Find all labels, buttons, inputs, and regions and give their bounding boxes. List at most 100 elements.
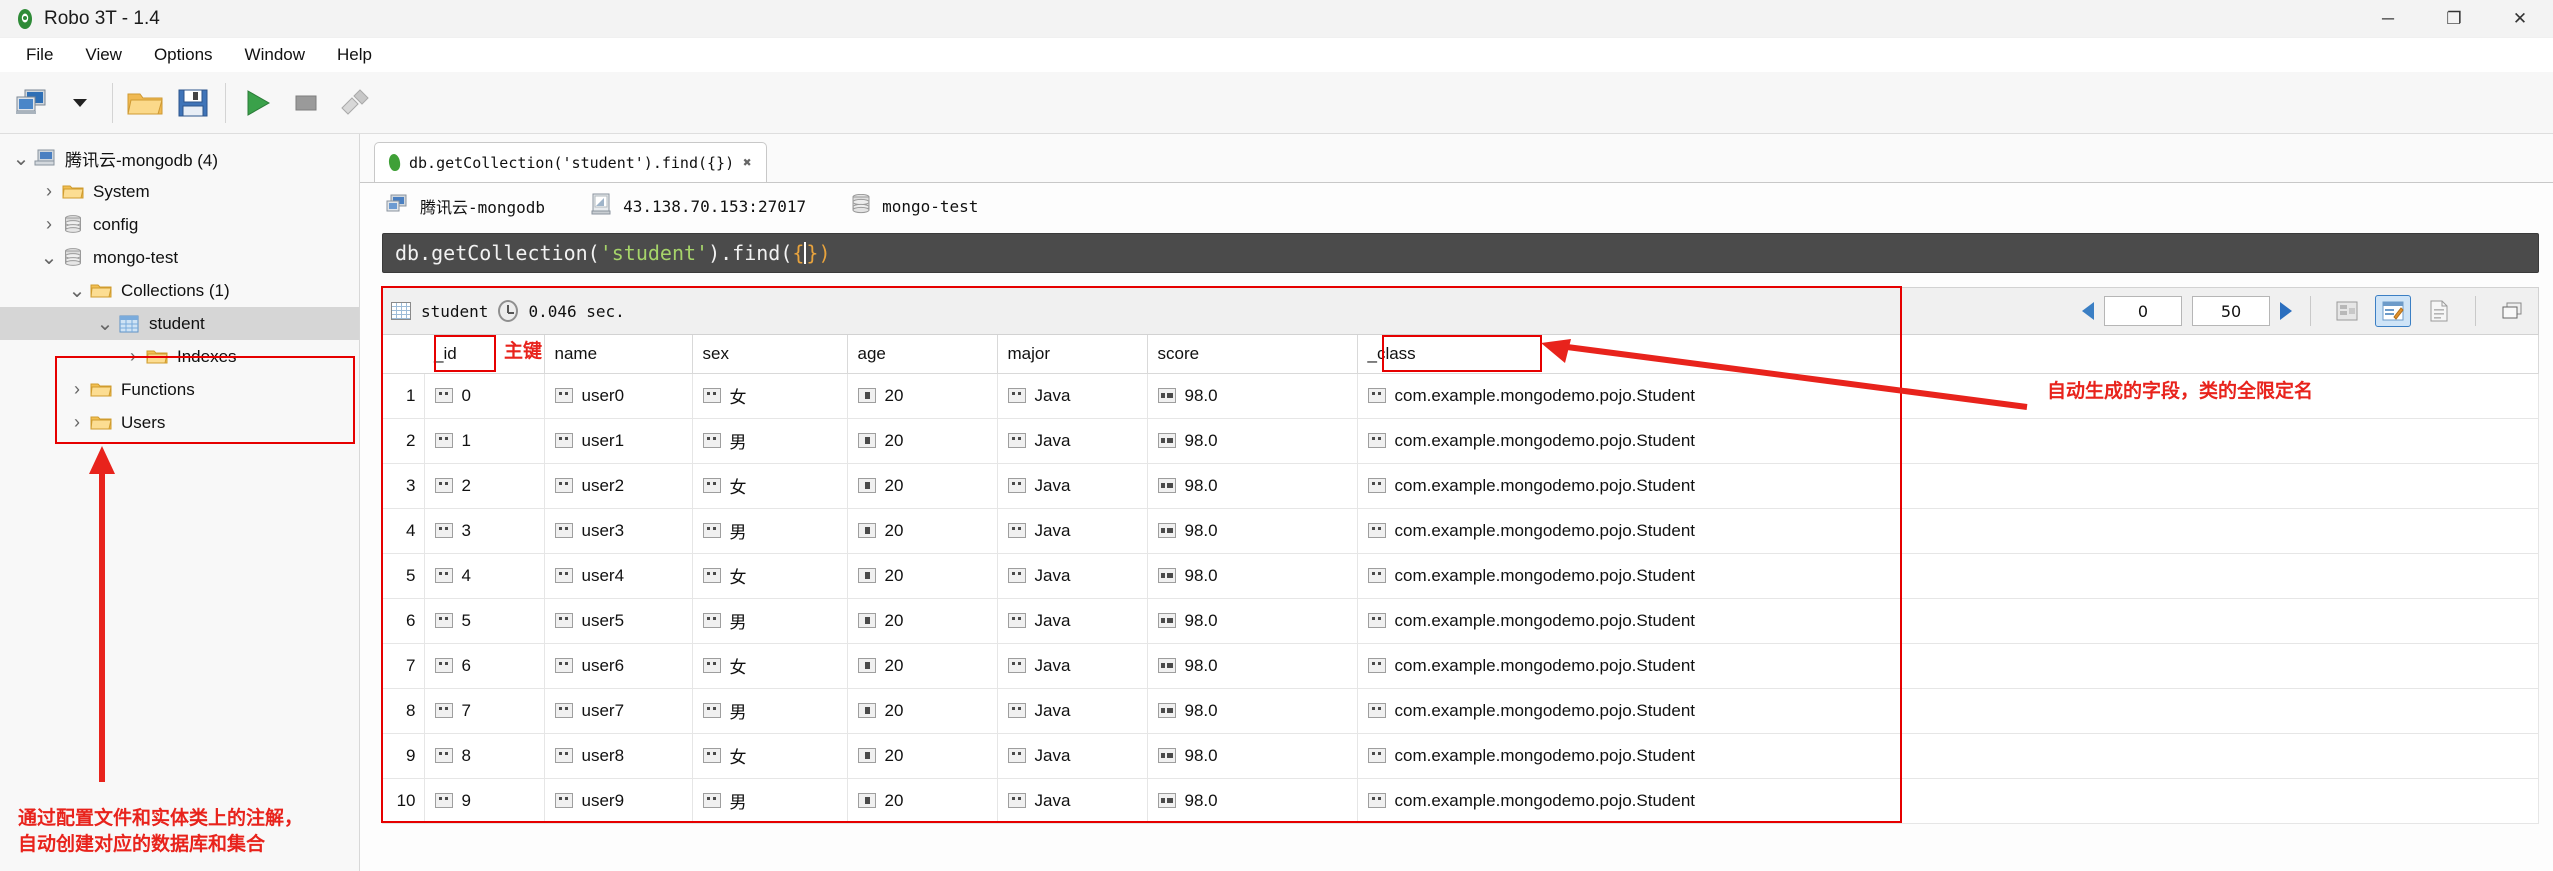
cell-id[interactable]: 5 <box>424 598 545 644</box>
cell-id[interactable]: 4 <box>424 553 545 599</box>
limit-input[interactable]: 50 <box>2192 296 2270 326</box>
save-script-button[interactable] <box>169 79 217 127</box>
tree-item-config[interactable]: › config <box>0 208 359 241</box>
cell-sex[interactable]: 女 <box>692 373 848 419</box>
tree-item-collections-1[interactable]: ⌄ Collections (1) <box>0 274 359 307</box>
query-editor[interactable]: db.getCollection( 'student' ).find( { } … <box>382 233 2539 273</box>
column-header-class[interactable]: _class <box>1357 335 2539 374</box>
execute-button[interactable] <box>234 79 282 127</box>
cell-id[interactable]: 8 <box>424 733 545 779</box>
maximize-button[interactable]: ❐ <box>2421 0 2487 38</box>
table-row[interactable]: 10 9 user9 男 20 Java 98.0 com.example.mongodemo… <box>382 778 2539 824</box>
skip-input[interactable]: 0 <box>2104 296 2182 326</box>
chevron-down-icon[interactable]: ⌄ <box>10 149 32 169</box>
cell-id[interactable]: 2 <box>424 463 545 509</box>
query-tab[interactable]: db.getCollection('student').find({}) ✖ <box>374 142 767 182</box>
cell-score[interactable]: 98.0 <box>1147 553 1358 599</box>
cell-id[interactable]: 3 <box>424 508 545 554</box>
cell-major[interactable]: Java <box>997 373 1148 419</box>
refresh-button[interactable] <box>330 79 378 127</box>
cell-class[interactable]: com.example.mongodemo.pojo.Student <box>1357 733 2539 779</box>
cell-name[interactable]: user9 <box>544 778 693 824</box>
tree-item-users[interactable]: › Users <box>0 406 359 439</box>
cell-age[interactable]: 20 <box>847 373 998 419</box>
cell-sex[interactable]: 男 <box>692 688 848 734</box>
table-view-button[interactable] <box>2375 295 2411 327</box>
cell-major[interactable]: Java <box>997 508 1148 554</box>
cell-name[interactable]: user3 <box>544 508 693 554</box>
connect-button[interactable] <box>8 79 56 127</box>
close-icon[interactable]: ✖ <box>743 155 751 171</box>
cell-major[interactable]: Java <box>997 688 1148 734</box>
column-header-sex[interactable]: sex <box>692 335 848 374</box>
cell-class[interactable]: com.example.mongodemo.pojo.Student <box>1357 643 2539 689</box>
cell-sex[interactable]: 女 <box>692 733 848 779</box>
cell-age[interactable]: 20 <box>847 598 998 644</box>
cell-name[interactable]: user0 <box>544 373 693 419</box>
menu-window[interactable]: Window <box>229 41 321 69</box>
cell-sex[interactable]: 女 <box>692 553 848 599</box>
cell-score[interactable]: 98.0 <box>1147 463 1358 509</box>
menu-options[interactable]: Options <box>138 41 229 69</box>
table-row[interactable]: 3 2 user2 女 20 Java 98.0 com.example.mongodemo.… <box>382 463 2539 509</box>
cell-sex[interactable]: 女 <box>692 643 848 689</box>
cell-id[interactable]: 7 <box>424 688 545 734</box>
tree-item-mongodb-4[interactable]: ⌄ 腾讯云-mongodb (4) <box>0 142 359 175</box>
cell-id[interactable]: 1 <box>424 418 545 464</box>
cell-age[interactable]: 20 <box>847 553 998 599</box>
cell-age[interactable]: 20 <box>847 778 998 824</box>
cell-score[interactable]: 98.0 <box>1147 598 1358 644</box>
minimize-button[interactable]: ─ <box>2355 0 2421 38</box>
cell-class[interactable]: com.example.mongodemo.pojo.Student <box>1357 508 2539 554</box>
cell-age[interactable]: 20 <box>847 418 998 464</box>
cell-major[interactable]: Java <box>997 643 1148 689</box>
cell-id[interactable]: 0 <box>424 373 545 419</box>
cell-major[interactable]: Java <box>997 598 1148 644</box>
cell-name[interactable]: user4 <box>544 553 693 599</box>
chevron-right-icon[interactable]: › <box>66 379 88 400</box>
menu-help[interactable]: Help <box>321 41 388 69</box>
table-row[interactable]: 6 5 user5 男 20 Java 98.0 com.example.mongodemo.… <box>382 598 2539 644</box>
text-view-button[interactable] <box>2421 295 2457 327</box>
stop-button[interactable] <box>282 79 330 127</box>
column-header-score[interactable]: score <box>1147 335 1358 374</box>
chevron-right-icon[interactable]: › <box>66 412 88 433</box>
cell-score[interactable]: 98.0 <box>1147 418 1358 464</box>
cell-sex[interactable]: 女 <box>692 463 848 509</box>
tree-item-system[interactable]: › System <box>0 175 359 208</box>
cell-name[interactable]: user2 <box>544 463 693 509</box>
cell-major[interactable]: Java <box>997 418 1148 464</box>
cell-major[interactable]: Java <box>997 463 1148 509</box>
cell-name[interactable]: user6 <box>544 643 693 689</box>
cell-age[interactable]: 20 <box>847 463 998 509</box>
cell-class[interactable]: com.example.mongodemo.pojo.Student <box>1357 778 2539 824</box>
expand-window-button[interactable] <box>2494 295 2530 327</box>
cell-age[interactable]: 20 <box>847 643 998 689</box>
cell-class[interactable]: com.example.mongodemo.pojo.Student <box>1357 418 2539 464</box>
cell-score[interactable]: 98.0 <box>1147 373 1358 419</box>
cell-major[interactable]: Java <box>997 778 1148 824</box>
column-header-name[interactable]: name <box>544 335 693 374</box>
next-page-button[interactable] <box>2280 302 2292 320</box>
chevron-right-icon[interactable]: › <box>122 346 144 367</box>
connect-dropdown[interactable] <box>56 79 104 127</box>
cell-major[interactable]: Java <box>997 553 1148 599</box>
cell-class[interactable]: com.example.mongodemo.pojo.Student <box>1357 688 2539 734</box>
cell-id[interactable]: 9 <box>424 778 545 824</box>
cell-class[interactable]: com.example.mongodemo.pojo.Student <box>1357 463 2539 509</box>
cell-sex[interactable]: 男 <box>692 418 848 464</box>
table-row[interactable]: 9 8 user8 女 20 Java 98.0 com.example.mongodemo.… <box>382 733 2539 779</box>
tree-item-functions[interactable]: › Functions <box>0 373 359 406</box>
table-row[interactable]: 7 6 user6 女 20 Java 98.0 com.example.mongodemo.… <box>382 643 2539 689</box>
cell-score[interactable]: 98.0 <box>1147 733 1358 779</box>
table-row[interactable]: 8 7 user7 男 20 Java 98.0 com.example.mongodemo.… <box>382 688 2539 734</box>
close-button[interactable]: ✕ <box>2487 0 2553 38</box>
cell-age[interactable]: 20 <box>847 733 998 779</box>
open-script-button[interactable] <box>121 79 169 127</box>
cell-score[interactable]: 98.0 <box>1147 508 1358 554</box>
cell-name[interactable]: user7 <box>544 688 693 734</box>
tree-item-mongo-test[interactable]: ⌄ mongo-test <box>0 241 359 274</box>
cell-class[interactable]: com.example.mongodemo.pojo.Student <box>1357 598 2539 644</box>
cell-score[interactable]: 98.0 <box>1147 778 1358 824</box>
tree-item-indexes[interactable]: › Indexes <box>0 340 359 373</box>
